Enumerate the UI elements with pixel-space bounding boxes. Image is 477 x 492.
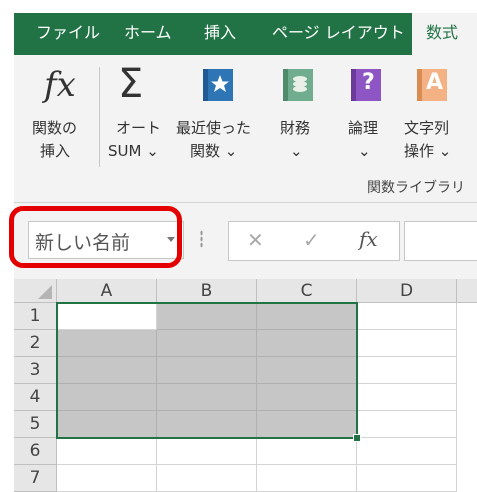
cell-b5[interactable]	[157, 411, 257, 438]
logical-button[interactable]: ? 論理 ⌄	[338, 55, 394, 175]
column-header-c[interactable]: C	[257, 279, 357, 303]
fx-icon: fx	[44, 65, 76, 105]
cell-d7[interactable]	[357, 465, 457, 492]
grip-icon	[200, 230, 203, 248]
autosum-label-1: オート	[116, 119, 162, 137]
row-header-7[interactable]: 7	[14, 465, 57, 492]
logical-book-icon: ?	[348, 67, 384, 103]
logical-label-2: ⌄	[358, 142, 371, 160]
name-box[interactable]: 新しい名前	[28, 221, 184, 259]
cell-d6[interactable]	[357, 438, 457, 465]
column-header-a[interactable]: A	[57, 279, 157, 303]
column-header-d[interactable]: D	[357, 279, 457, 303]
financial-label-2: ⌄	[290, 142, 303, 160]
ribbon-tab-bar: ファイル ホーム 挿入 ページ レイアウト 数式	[14, 13, 477, 55]
ribbon-separator	[99, 67, 100, 167]
row-header-6[interactable]: 6	[14, 438, 57, 465]
cell-b4[interactable]	[157, 384, 257, 411]
recently-used-button[interactable]: 最近使った 関数 ⌄	[174, 55, 258, 175]
row-header-2[interactable]: 2	[14, 330, 57, 357]
cell-d2[interactable]	[357, 330, 457, 357]
cell-c2[interactable]	[257, 330, 357, 357]
cell-a7[interactable]	[57, 465, 157, 492]
insert-function-icon[interactable]: fx	[359, 227, 378, 251]
financial-label-1: 財務	[280, 119, 311, 137]
text-book-icon: A	[414, 67, 450, 103]
sigma-icon: Σ	[118, 61, 144, 107]
cell-c7[interactable]	[257, 465, 357, 492]
insert-function-button[interactable]: fx 関数の 挿入	[24, 55, 94, 175]
fill-handle[interactable]	[353, 434, 361, 442]
cell-a2[interactable]	[57, 330, 157, 357]
tab-formulas[interactable]: 数式	[412, 13, 477, 55]
column-header-b[interactable]: B	[157, 279, 257, 303]
cell-d5[interactable]	[357, 411, 457, 438]
column-header-e[interactable]	[457, 279, 477, 303]
function-library-group-label: 関数ライブラリ	[367, 180, 465, 196]
enter-icon[interactable]: ✓	[303, 228, 320, 252]
cell-b2[interactable]	[157, 330, 257, 357]
row-header-4[interactable]: 4	[14, 384, 57, 411]
financial-button[interactable]: 財務 ⌄	[268, 55, 328, 175]
text-functions-label-1: 文字列	[404, 119, 450, 137]
worksheet-grid[interactable]: A B C D 1 2 3 4 5 6 7	[14, 279, 477, 492]
chevron-down-icon[interactable]	[167, 237, 175, 242]
autosum-button[interactable]: Σ オート SUM ⌄	[104, 55, 166, 175]
cell-c6[interactable]	[257, 438, 357, 465]
cell-a6[interactable]	[57, 438, 157, 465]
insert-function-label-1: 関数の	[32, 119, 78, 137]
formula-input[interactable]	[404, 221, 477, 261]
cell-c5[interactable]	[257, 411, 357, 438]
cell-c4[interactable]	[257, 384, 357, 411]
cell-d4[interactable]	[357, 384, 457, 411]
cell-b7[interactable]	[157, 465, 257, 492]
cell-c1[interactable]	[257, 303, 357, 330]
formula-bar: 新しい名前 ✕ ✓ fx	[14, 203, 477, 279]
star-book-icon	[200, 67, 236, 103]
name-box-placeholder: 新しい名前	[35, 232, 131, 254]
text-functions-button[interactable]: A 文字列 操作 ⌄	[402, 55, 477, 175]
insert-function-label-2: 挿入	[40, 142, 71, 160]
cell-b6[interactable]	[157, 438, 257, 465]
row-header-5[interactable]: 5	[14, 411, 57, 438]
tab-page-layout[interactable]: ページ レイアウト	[272, 13, 405, 55]
cell-b1[interactable]	[157, 303, 257, 330]
financial-book-icon	[280, 67, 316, 103]
cancel-icon[interactable]: ✕	[247, 228, 264, 252]
cell-c3[interactable]	[257, 357, 357, 384]
recently-used-label-2: 関数 ⌄	[190, 142, 238, 160]
formula-buttons: ✕ ✓ fx	[228, 221, 400, 261]
cell-d1[interactable]	[357, 303, 457, 330]
tab-home[interactable]: ホーム	[124, 13, 172, 55]
ribbon-formulas: fx 関数の 挿入 Σ オート SUM ⌄ 最近使った 関数 ⌄ 財務 ⌄ ? …	[14, 55, 477, 203]
row-header-3[interactable]: 3	[14, 357, 57, 384]
text-functions-label-2: 操作 ⌄	[404, 142, 452, 160]
tab-file[interactable]: ファイル	[36, 13, 100, 55]
cell-a4[interactable]	[57, 384, 157, 411]
cell-a1[interactable]	[57, 303, 157, 330]
tab-insert[interactable]: 挿入	[204, 13, 236, 55]
logical-label-1: 論理	[348, 119, 379, 137]
recently-used-label-1: 最近使った	[176, 119, 252, 137]
autosum-label-2: SUM ⌄	[108, 142, 159, 160]
row-header-1[interactable]: 1	[14, 303, 57, 330]
cell-d3[interactable]	[357, 357, 457, 384]
cell-b3[interactable]	[157, 357, 257, 384]
select-all-corner[interactable]	[14, 279, 57, 303]
cell-a3[interactable]	[57, 357, 157, 384]
cell-a5[interactable]	[57, 411, 157, 438]
